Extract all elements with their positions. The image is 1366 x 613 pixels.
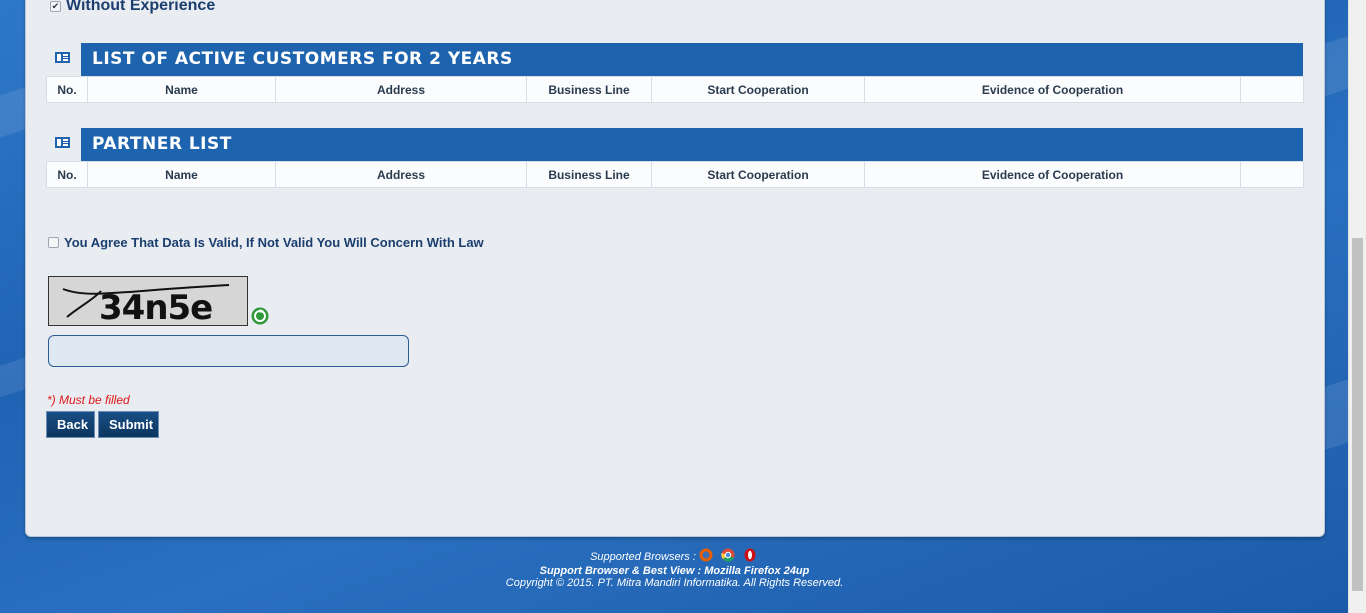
column-header-business-line: Business Line bbox=[526, 161, 652, 188]
column-header-evidence: Evidence of Cooperation bbox=[864, 161, 1241, 188]
without-experience-checkbox[interactable]: ✔ bbox=[50, 0, 61, 12]
supported-browsers-label: Supported Browsers : bbox=[590, 551, 696, 563]
column-header-no: No. bbox=[46, 76, 88, 103]
table-header-row: No. Name Address Business Line Start Coo… bbox=[46, 76, 1304, 103]
partners-table: No. Name Address Business Line Start Coo… bbox=[46, 161, 1304, 188]
active-customers-section: LIST OF ACTIVE CUSTOMERS FOR 2 YEARS No.… bbox=[46, 43, 1304, 103]
captcha-text-image: 34n5e bbox=[62, 284, 230, 325]
column-header-name: Name bbox=[87, 161, 276, 188]
back-button[interactable]: Back bbox=[46, 411, 95, 438]
section-title: LIST OF ACTIVE CUSTOMERS FOR 2 YEARS bbox=[81, 43, 1303, 76]
best-view-note: Support Browser & Best View : Mozilla Fi… bbox=[539, 565, 810, 577]
copyright: Copyright © 2015. PT. Mitra Mandiri Info… bbox=[505, 577, 844, 589]
column-header-address: Address bbox=[275, 161, 527, 188]
scrollbar-thumb[interactable] bbox=[1352, 238, 1363, 591]
column-header-no: No. bbox=[46, 161, 88, 188]
column-header-name: Name bbox=[87, 76, 276, 103]
agreement-checkbox[interactable] bbox=[48, 237, 59, 248]
table-header-row: No. Name Address Business Line Start Coo… bbox=[46, 161, 1304, 188]
agreement-row: You Agree That Data Is Valid, If Not Val… bbox=[48, 235, 484, 250]
captcha-input[interactable] bbox=[48, 335, 409, 367]
submit-button[interactable]: Submit bbox=[98, 411, 159, 438]
section-header: LIST OF ACTIVE CUSTOMERS FOR 2 YEARS bbox=[46, 43, 1303, 76]
column-header-actions bbox=[1240, 161, 1304, 188]
firefox-icon bbox=[699, 548, 713, 562]
column-header-evidence: Evidence of Cooperation bbox=[864, 76, 1241, 103]
agreement-label: You Agree That Data Is Valid, If Not Val… bbox=[64, 235, 484, 250]
captcha-image: 34n5e bbox=[48, 276, 248, 326]
captcha-text: 34n5e bbox=[99, 288, 212, 325]
refresh-icon[interactable] bbox=[251, 307, 269, 325]
without-experience-row: ✔ Without Experience bbox=[50, 0, 215, 15]
column-header-start-cooperation: Start Cooperation bbox=[651, 76, 865, 103]
column-header-address: Address bbox=[275, 76, 527, 103]
section-title: PARTNER LIST bbox=[81, 128, 1303, 161]
column-header-start-cooperation: Start Cooperation bbox=[651, 161, 865, 188]
column-header-actions bbox=[1240, 76, 1304, 103]
section-header: PARTNER LIST bbox=[46, 128, 1303, 161]
chrome-icon bbox=[721, 548, 735, 562]
customers-table: No. Name Address Business Line Start Coo… bbox=[46, 76, 1304, 103]
table-icon bbox=[55, 137, 70, 148]
partner-list-section: PARTNER LIST No. Name Address Business L… bbox=[46, 128, 1304, 188]
column-header-business-line: Business Line bbox=[526, 76, 652, 103]
opera-icon bbox=[744, 548, 756, 562]
supported-browsers-row: Supported Browsers : bbox=[0, 548, 1349, 563]
table-icon bbox=[55, 52, 70, 63]
required-note: *) Must be filled bbox=[47, 393, 130, 407]
vertical-scrollbar[interactable] bbox=[1348, 0, 1366, 613]
browser-icons bbox=[699, 548, 756, 562]
without-experience-label: Without Experience bbox=[66, 0, 216, 14]
